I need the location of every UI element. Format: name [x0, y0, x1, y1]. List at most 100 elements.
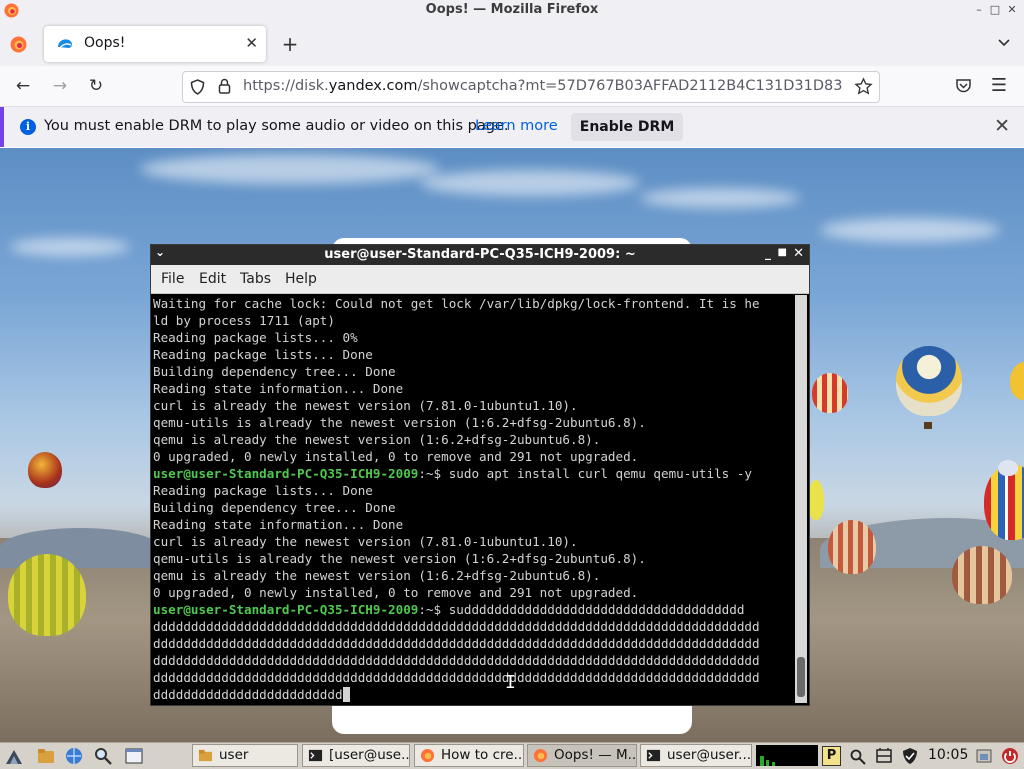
taskbar-button-user[interactable]: user	[192, 744, 298, 767]
show-desktop-icon[interactable]	[124, 746, 144, 766]
learn-more-link[interactable]: Learn more	[475, 118, 558, 134]
firefox-view-icon[interactable]	[10, 36, 27, 53]
shell-prompt: user@user-Standard-PC-Q35-ICH9-2009	[153, 602, 419, 617]
search-launcher-icon[interactable]	[93, 746, 113, 766]
drm-notification-bar: i You must enable DRM to play some audio…	[0, 107, 1024, 147]
tracking-protection-shield-icon[interactable]	[190, 79, 205, 95]
taskbar-button-firefox-how-to[interactable]: How to cre...	[414, 744, 524, 767]
terminal-line: ld by process 1711 (apt)	[153, 312, 793, 329]
firefox-icon	[420, 748, 435, 763]
shell-prompt: user@user-Standard-PC-Q35-ICH9-2009	[153, 466, 419, 481]
network-tray-icon[interactable]	[874, 746, 894, 766]
balloon-image	[8, 554, 86, 636]
terminal-line-text: curl is already the newest version (7.81…	[153, 398, 578, 413]
clock[interactable]: 10:05	[928, 747, 968, 763]
menu-edit[interactable]: Edit	[199, 271, 226, 287]
tab-strip: Oops! ✕ +	[0, 22, 1024, 66]
terminal-line-text: ld by process 1711 (apt)	[153, 313, 335, 328]
terminal-scrollbar[interactable]	[795, 295, 807, 703]
menu-file[interactable]: File	[161, 271, 184, 287]
terminal-line: user@user-Standard-PC-Q35-ICH9-2009:~$ s…	[153, 601, 793, 618]
window-titlebar[interactable]: Oops! — Mozilla Firefox – □ ✕	[0, 0, 1024, 23]
browser-launcher-icon[interactable]	[64, 746, 84, 766]
tab-oops[interactable]: Oops! ✕	[44, 26, 266, 62]
terminal-line-text: dddddddddddddddddddddddddddddddddddddddd…	[153, 619, 760, 634]
terminal-line: qemu is already the newest version (1:6.…	[153, 567, 793, 584]
reload-icon[interactable]: ↻	[85, 75, 107, 97]
file-manager-launcher-icon[interactable]	[36, 746, 56, 766]
terminal-line-text: 0 upgraded, 0 newly installed, 0 to remo…	[153, 585, 639, 600]
minimize-button[interactable]: –	[972, 3, 986, 17]
terminal-window[interactable]: ⌄ user@user-Standard-PC-Q35-ICH9-2009: ~…	[150, 244, 810, 706]
taskbar: user [user@use... How to cre... Oops! — …	[0, 742, 1024, 769]
terminal-line-text: :~$ sudddddddddddddddddddddddddddddddddd…	[418, 602, 745, 617]
terminal-line: Reading package lists... Done	[153, 482, 793, 499]
balloon-image	[998, 460, 1018, 476]
taskbar-label: user@user...	[667, 747, 752, 763]
terminal-line: qemu is already the newest version (1:6.…	[153, 431, 793, 448]
clipboard-p-icon[interactable]: P	[822, 746, 841, 766]
terminal-line-text: Reading state information... Done	[153, 517, 404, 532]
start-menu-icon[interactable]	[4, 746, 24, 766]
url-scheme: https://disk.	[243, 78, 329, 94]
terminal-line-text: qemu-utils is already the newest version…	[153, 551, 646, 566]
terminal-line-text: Waiting for cache lock: Could not get lo…	[153, 296, 760, 311]
balloon-image	[1010, 362, 1024, 400]
terminal-titlebar[interactable]: ⌄ user@user-Standard-PC-Q35-ICH9-2009: ~…	[151, 245, 809, 265]
volume-tray-icon[interactable]	[974, 746, 994, 766]
terminal-line: dddddddddddddddddddddddddddddddddddddddd…	[153, 618, 793, 635]
terminal-maximize-icon[interactable]: ■	[778, 247, 787, 258]
forward-arrow-icon[interactable]: →	[49, 75, 71, 97]
terminal-line: Reading package lists... Done	[153, 346, 793, 363]
terminal-line-text: qemu is already the newest version (1:6.…	[153, 568, 601, 583]
terminal-line: dddddddddddddddddddddddddddddddddddddddd…	[153, 669, 793, 686]
terminal-line: 0 upgraded, 0 newly installed, 0 to remo…	[153, 584, 793, 601]
terminal-line-text: :~$ sudo apt install curl qemu qemu-util…	[418, 466, 752, 481]
terminal-line: qemu-utils is already the newest version…	[153, 414, 793, 431]
new-tab-button[interactable]: +	[280, 32, 300, 56]
terminal-minimize-icon[interactable]: _	[765, 246, 771, 260]
pocket-icon[interactable]	[955, 78, 972, 94]
bookmark-star-icon[interactable]	[854, 77, 873, 96]
search-tray-icon[interactable]	[848, 746, 868, 766]
balloon-image	[896, 346, 962, 416]
maximize-button[interactable]: □	[988, 3, 1002, 17]
menu-help[interactable]: Help	[285, 271, 317, 287]
url-text[interactable]: https://disk.yandex.com/showcaptcha?mt=5…	[243, 78, 843, 94]
enable-drm-button[interactable]: Enable DRM	[571, 113, 683, 141]
power-icon[interactable]	[1000, 746, 1020, 766]
url-bar[interactable]: https://disk.yandex.com/showcaptcha?mt=5…	[182, 71, 880, 103]
close-notification-icon[interactable]: ✕	[994, 115, 1010, 137]
list-all-tabs-chevron-icon[interactable]	[996, 34, 1012, 50]
cpu-monitor-graph	[756, 745, 818, 766]
hamburger-menu-icon[interactable]: ☰	[988, 75, 1010, 97]
terminal-line-text: Building dependency tree... Done	[153, 500, 396, 515]
terminal-line-text: dddddddddddddddddddddddddddddddddddddddd…	[153, 653, 760, 668]
back-arrow-icon[interactable]: ←	[12, 75, 34, 97]
terminal-line-text: Reading state information... Done	[153, 381, 404, 396]
terminal-line: dddddddddddddddddddddddddddddddddddddddd…	[153, 635, 793, 652]
terminal-output[interactable]: Waiting for cache lock: Could not get lo…	[153, 295, 793, 705]
window-title: Oops! — Mozilla Firefox	[425, 2, 599, 17]
terminal-line-text: dddddddddddddddddddddddddddddddddddddddd…	[153, 636, 760, 651]
lock-icon[interactable]	[218, 78, 231, 94]
shield-tray-icon[interactable]	[900, 746, 920, 766]
terminal-line-text: 0 upgraded, 0 newly installed, 0 to remo…	[153, 449, 639, 464]
url-host: yandex.com	[328, 78, 418, 94]
balloon-image	[952, 546, 1012, 604]
balloon-image	[28, 452, 62, 488]
terminal-icon	[308, 749, 323, 762]
close-tab-icon[interactable]: ✕	[245, 34, 258, 52]
taskbar-button-firefox-oops[interactable]: Oops! — M...	[527, 744, 637, 767]
terminal-close-icon[interactable]: ✕	[793, 246, 804, 261]
close-window-button[interactable]: ✕	[1005, 3, 1019, 17]
taskbar-label: [user@use...	[329, 747, 410, 763]
scrollbar-thumb[interactable]	[797, 657, 805, 697]
taskbar-button-terminal-1[interactable]: [user@use...	[302, 744, 410, 767]
info-icon: i	[20, 119, 36, 135]
terminal-line-text: ddddddddddddddddddddddddd	[153, 687, 343, 702]
menu-tabs[interactable]: Tabs	[240, 271, 271, 287]
taskbar-button-terminal-2[interactable]: user@user...	[640, 744, 752, 767]
url-path: /showcaptcha?mt=57D767B03AFFAD2112B4C131…	[417, 78, 843, 94]
navigation-toolbar: ← → ↻ https://disk.yandex.com/showcaptch…	[0, 66, 1024, 107]
